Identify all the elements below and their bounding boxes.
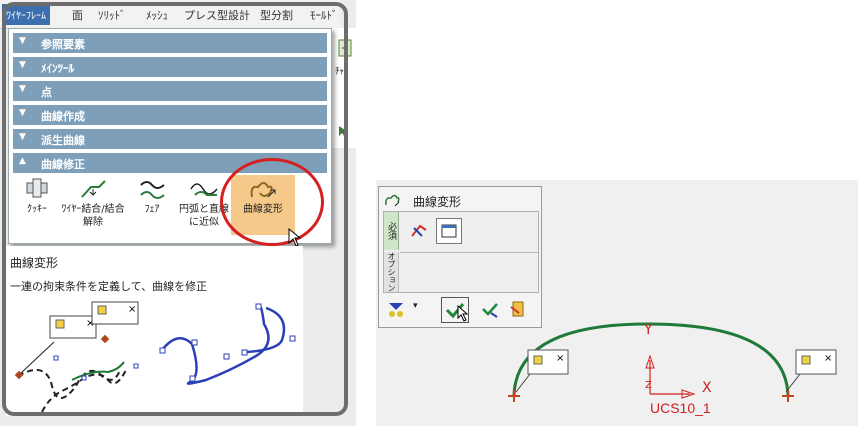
svg-text:×: × — [824, 353, 832, 364]
annotation-frame — [2, 2, 348, 416]
viewport-canvas: × × — [508, 322, 837, 402]
axis-label-x: X — [702, 380, 712, 396]
constraint-box-start[interactable]: × — [527, 349, 569, 375]
axis-label-z: Z — [645, 380, 652, 391]
axis-label-y: Y — [644, 322, 653, 338]
start-point-marker[interactable] — [508, 390, 520, 402]
svg-text:×: × — [556, 353, 564, 364]
ucs-axes — [645, 354, 696, 399]
constraint-box-end[interactable]: × — [795, 349, 837, 375]
end-point-marker[interactable] — [782, 390, 794, 402]
left-panel: ﾜｲﾔｰﾌﾚｰﾑ 面 ｿﾘｯﾄﾞ ﾒｯｼｭ プレス型設計 型分割 ﾓｰﾙﾄﾞ ﾁ… — [0, 0, 357, 426]
ucs-label: UCS10_1 — [650, 400, 711, 416]
